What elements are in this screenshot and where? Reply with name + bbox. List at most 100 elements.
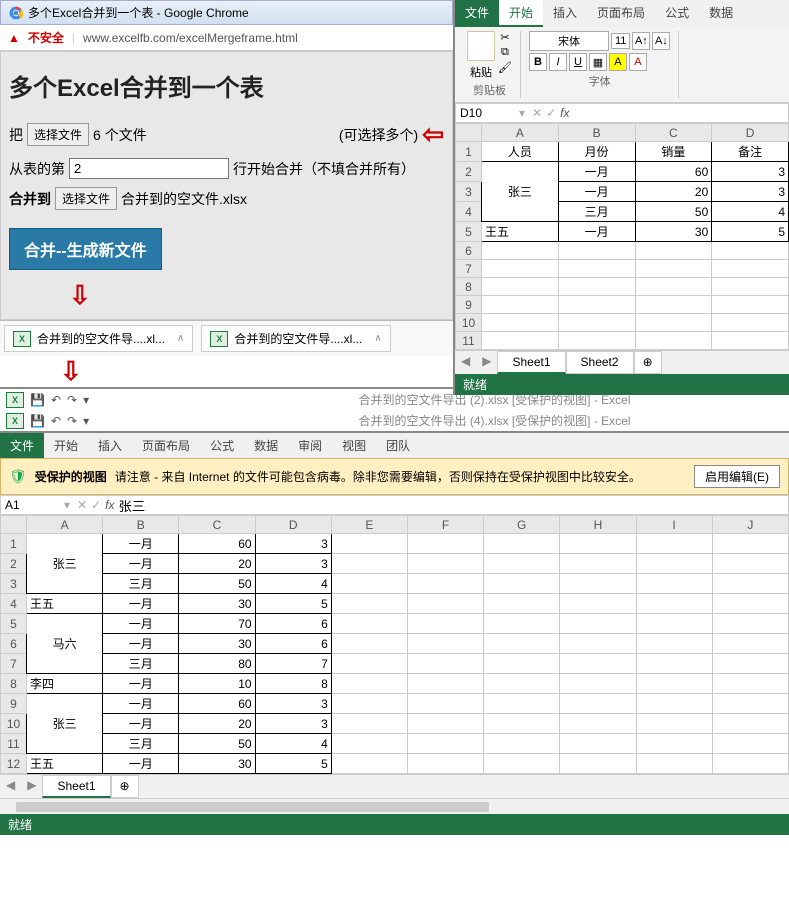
- font-name-select[interactable]: 宋体: [529, 31, 609, 51]
- paste-icon[interactable]: [467, 31, 495, 61]
- tab-formula[interactable]: 公式: [200, 433, 244, 458]
- italic-button[interactable]: I: [549, 53, 567, 71]
- merge-to-label: 合并到: [9, 189, 51, 209]
- window-title-2: 合并到的空文件导出 (4).xlsx [受保护的视图] - Excel: [200, 410, 789, 431]
- arrow-down-icon-2: ⇩: [60, 356, 82, 386]
- redo-icon[interactable]: ↷: [67, 393, 77, 407]
- redo-icon[interactable]: ↷: [67, 414, 77, 428]
- add-sheet-button[interactable]: ⊕: [111, 775, 139, 798]
- accept-formula-icon[interactable]: ✓: [91, 498, 101, 512]
- status-bar-right: 就绪: [455, 374, 789, 395]
- font-color-button[interactable]: A: [629, 53, 647, 71]
- tab-data[interactable]: 数据: [244, 433, 288, 458]
- worksheet-bottom[interactable]: ABCDEFGHIJ1张三一月6032一月2033三月5044王五一月3055马…: [0, 515, 789, 774]
- protected-label: 受保护的视图: [35, 468, 107, 485]
- page-heading: 多个Excel合并到一个表: [9, 68, 444, 103]
- file-count: 6 个文件: [93, 125, 147, 145]
- fill-color-button[interactable]: A: [609, 53, 627, 71]
- excel-file-icon: X: [210, 331, 228, 347]
- horizontal-scrollbar[interactable]: [0, 798, 789, 814]
- tab-data[interactable]: 数据: [699, 0, 743, 27]
- multi-hint: (可选择多个): [339, 125, 418, 145]
- decrease-font-icon[interactable]: A↓: [652, 32, 670, 50]
- tab-insert[interactable]: 插入: [88, 433, 132, 458]
- add-sheet-button[interactable]: ⊕: [634, 351, 662, 374]
- sheet-nav-left-icon[interactable]: ◀: [0, 775, 21, 798]
- protected-message: 请注意 - 来自 Internet 的文件可能包含病毒。除非您需要编辑，否则保持…: [115, 468, 641, 485]
- name-box[interactable]: [456, 104, 516, 122]
- page-content: 多个Excel合并到一个表 把 选择文件 6 个文件 (可选择多个) ⇦ 从表的…: [0, 51, 453, 320]
- downloads-bar: X 合并到的空文件导....xl... ∧ X 合并到的空文件导....xl..…: [0, 320, 453, 356]
- cut-icon[interactable]: ✂: [498, 31, 512, 44]
- excel-app-icon: X: [6, 413, 24, 429]
- underline-button[interactable]: U: [569, 53, 587, 71]
- name-box-bottom[interactable]: [1, 496, 61, 514]
- tab-layout[interactable]: 页面布局: [587, 0, 655, 27]
- sheet-nav-left-icon[interactable]: ◀: [455, 351, 476, 374]
- status-bar-bottom: 就绪: [0, 814, 789, 835]
- tab-team[interactable]: 团队: [376, 433, 420, 458]
- sheet-tab-bottom[interactable]: Sheet1: [42, 775, 110, 798]
- tab-home[interactable]: 开始: [44, 433, 88, 458]
- bold-button[interactable]: B: [529, 53, 547, 71]
- insecure-icon: ▲: [8, 31, 20, 45]
- protected-view-banner: 🛡 受保护的视图 请注意 - 来自 Internet 的文件可能包含病毒。除非您…: [0, 458, 789, 495]
- cancel-formula-icon[interactable]: ✕: [532, 106, 542, 120]
- save-icon[interactable]: 💾: [30, 414, 45, 428]
- qat-dropdown-icon[interactable]: ▾: [83, 393, 89, 407]
- format-painter-icon[interactable]: 🖌: [498, 61, 512, 74]
- formula-bar[interactable]: [574, 106, 785, 121]
- from-row-prefix: 从表的第: [9, 159, 65, 179]
- excel-app-icon: X: [6, 392, 24, 408]
- accept-formula-icon[interactable]: ✓: [546, 106, 556, 120]
- fx-icon[interactable]: fx: [560, 106, 569, 120]
- address-bar[interactable]: ▲ 不安全 | www.excelfb.com/excelMergeframe.…: [0, 25, 453, 51]
- tab-home[interactable]: 开始: [499, 0, 543, 27]
- save-icon[interactable]: 💾: [30, 393, 45, 407]
- qat-dropdown-icon[interactable]: ▾: [83, 414, 89, 428]
- sheet-nav-right-icon[interactable]: ▶: [476, 351, 497, 374]
- arrow-down-icon: ⇩: [69, 280, 91, 310]
- copy-icon[interactable]: ⧉: [498, 46, 512, 59]
- font-size-select[interactable]: 11: [611, 33, 630, 49]
- download-item-1[interactable]: X 合并到的空文件导....xl... ∧: [4, 325, 193, 352]
- insecure-label: 不安全: [28, 29, 64, 46]
- from-row-suffix: 行开始合并（不填合并所有）: [233, 159, 415, 179]
- merge-to-file: 合并到的空文件.xlsx: [121, 189, 247, 209]
- undo-icon[interactable]: ↶: [51, 393, 61, 407]
- tab-layout[interactable]: 页面布局: [132, 433, 200, 458]
- shield-icon: 🛡: [9, 468, 27, 485]
- sheet-tab-2[interactable]: Sheet2: [566, 351, 634, 374]
- sheet-tab-1[interactable]: Sheet1: [497, 351, 565, 374]
- excel-bottom-window: 文件 开始 插入 页面布局 公式 数据 审阅 视图 团队 🛡 受保护的视图 请注…: [0, 431, 789, 835]
- undo-icon[interactable]: ↶: [51, 414, 61, 428]
- excel-file-icon: X: [13, 331, 31, 347]
- tab-title: 多个Excel合并到一个表 - Google Chrome: [28, 4, 249, 21]
- chrome-icon: [9, 6, 23, 20]
- chevron-up-icon[interactable]: ∧: [177, 333, 184, 344]
- ba-label: 把: [9, 125, 23, 145]
- tab-file[interactable]: 文件: [0, 433, 44, 458]
- merge-button[interactable]: 合并--生成新文件: [9, 228, 162, 270]
- tab-insert[interactable]: 插入: [543, 0, 587, 27]
- increase-font-icon[interactable]: A↑: [632, 32, 650, 50]
- choose-target-button[interactable]: 选择文件: [55, 187, 117, 210]
- arrow-left-icon: ⇦: [422, 119, 444, 150]
- tab-view[interactable]: 视图: [332, 433, 376, 458]
- chevron-up-icon[interactable]: ∧: [374, 333, 381, 344]
- cancel-formula-icon[interactable]: ✕: [77, 498, 87, 512]
- formula-bar-bottom[interactable]: [119, 498, 785, 513]
- excel-right-window: 文件 开始 插入 页面布局 公式 数据 粘贴 ✂ ⧉ 🖌 剪贴板: [453, 0, 789, 395]
- tab-review[interactable]: 审阅: [288, 433, 332, 458]
- sheet-nav-right-icon[interactable]: ▶: [21, 775, 42, 798]
- worksheet-right[interactable]: ABCD1人员月份销量备注2张三一月6033一月2034三月5045王五一月30…: [455, 123, 789, 350]
- tab-file[interactable]: 文件: [455, 0, 499, 27]
- enable-editing-button[interactable]: 启用编辑(E): [694, 465, 780, 488]
- download-item-2[interactable]: X 合并到的空文件导....xl... ∧: [201, 325, 390, 352]
- from-row-input[interactable]: [69, 158, 229, 179]
- fx-icon[interactable]: fx: [105, 498, 114, 512]
- browser-tab: 多个Excel合并到一个表 - Google Chrome: [0, 0, 453, 25]
- border-button[interactable]: ▦: [589, 53, 607, 71]
- tab-formula[interactable]: 公式: [655, 0, 699, 27]
- choose-file-button[interactable]: 选择文件: [27, 123, 89, 146]
